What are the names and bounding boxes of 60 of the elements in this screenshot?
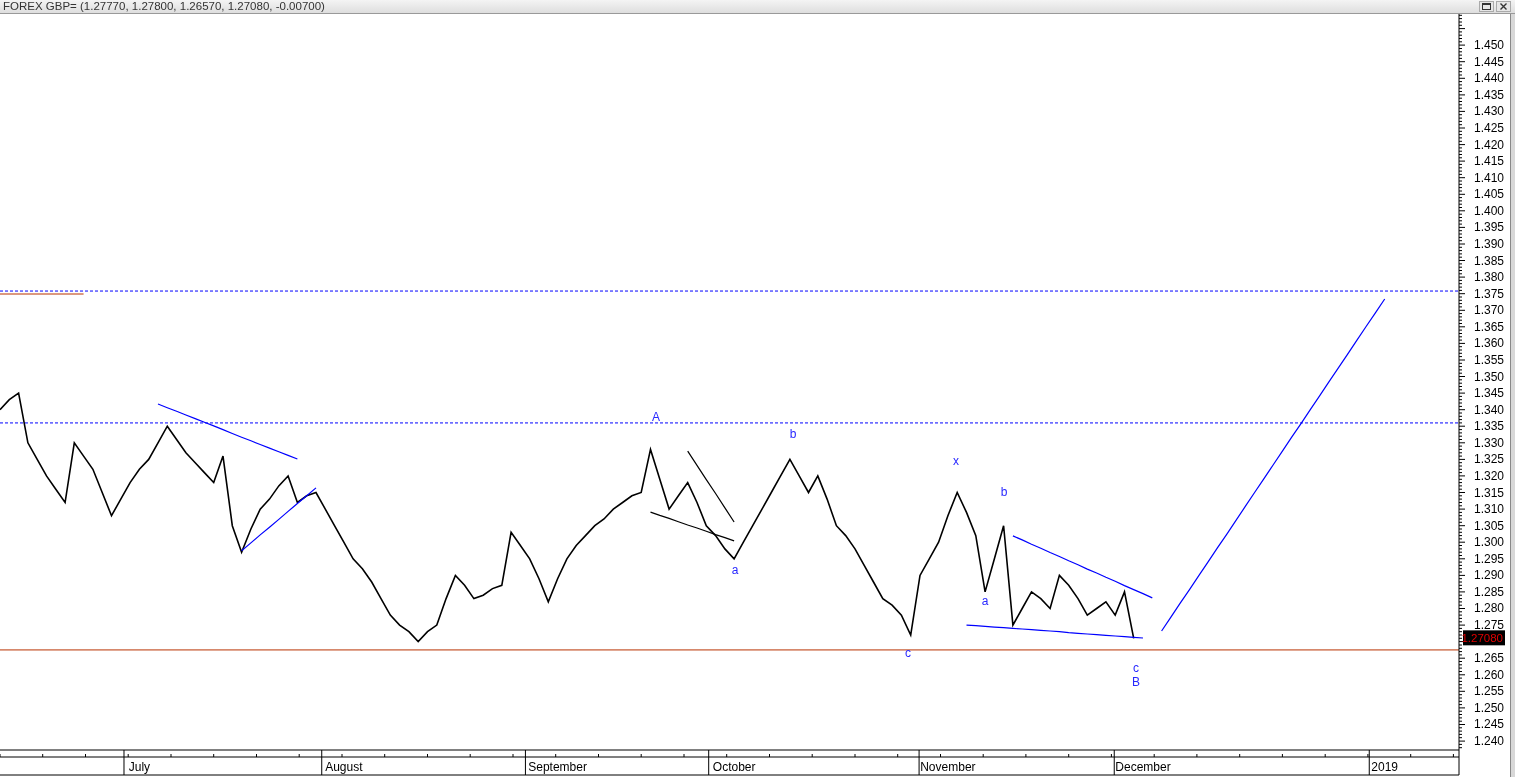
x-tick-label: 2019 xyxy=(1371,760,1398,774)
y-tick-label: 1.300 xyxy=(1473,535,1504,550)
y-tick-label: 1.285 xyxy=(1473,584,1504,599)
y-tick-label: 1.425 xyxy=(1473,121,1504,135)
y-tick-label: 1.320 xyxy=(1473,468,1504,483)
y-tick-label: 1.325 xyxy=(1473,452,1504,467)
y-tick-label: 1.295 xyxy=(1473,551,1504,566)
y-tick-label: 1.365 xyxy=(1473,319,1504,334)
y-tick-label: 1.415 xyxy=(1473,154,1504,169)
y-tick-label: 1.410 xyxy=(1473,170,1504,185)
y-tick-label: 1.245 xyxy=(1473,717,1504,732)
y-tick-label: 1.355 xyxy=(1473,352,1504,367)
wave-label: A xyxy=(652,410,660,424)
x-tick-label: September xyxy=(528,760,587,774)
y-tick-label: 1.420 xyxy=(1473,137,1504,152)
y-tick-label: 1.390 xyxy=(1473,237,1504,251)
y-tick-label: 1.370 xyxy=(1473,303,1504,318)
y-tick-label: 1.350 xyxy=(1473,369,1504,384)
last-price-tag: 1.27080 xyxy=(1461,630,1505,646)
y-tick-label: 1.375 xyxy=(1473,286,1504,301)
y-tick-label: 1.385 xyxy=(1473,253,1504,268)
x-tick-label: December xyxy=(1115,760,1171,774)
y-tick-label: 1.240 xyxy=(1473,734,1504,749)
y-tick-label: 1.405 xyxy=(1473,187,1504,202)
y-tick-label: 1.275 xyxy=(1473,618,1504,633)
y-tick-label: 1.360 xyxy=(1473,336,1504,351)
y-tick-label: 1.345 xyxy=(1473,386,1504,401)
y-tick-label: 1.335 xyxy=(1473,419,1504,434)
y-tick-label: 1.430 xyxy=(1473,104,1504,119)
wave-label: x xyxy=(953,454,959,468)
y-tick-label: 1.290 xyxy=(1473,568,1504,583)
y-tick-label: 1.255 xyxy=(1473,684,1504,699)
x-tick-label: October xyxy=(712,760,756,774)
x-tick-label: August xyxy=(325,760,363,774)
wave-label: c xyxy=(905,646,911,660)
y-tick-label: 1.315 xyxy=(1473,485,1504,500)
wave-label: a xyxy=(981,594,989,608)
y-tick-label: 1.260 xyxy=(1473,667,1504,682)
y-tick-label: 1.340 xyxy=(1473,402,1504,417)
y-tick-label: 1.280 xyxy=(1473,601,1504,616)
y-tick-label: 1.250 xyxy=(1473,700,1504,715)
wave-label: a xyxy=(731,563,739,577)
wave-label: B xyxy=(1132,675,1140,689)
wave-label: b xyxy=(1000,485,1008,499)
wave-label: b xyxy=(789,427,797,441)
y-tick-label: 1.395 xyxy=(1473,220,1504,235)
y-tick-label: 1.310 xyxy=(1473,502,1504,517)
y-tick-label: 1.450 xyxy=(1473,38,1504,53)
y-tick-label: 1.440 xyxy=(1473,71,1504,86)
y-tick-label: 1.445 xyxy=(1473,54,1504,69)
y-tick-label: 1.380 xyxy=(1473,270,1504,285)
window-title: FOREX GBP= (1.27770, 1.27800, 1.26570, 1.27080, -0.00700) xyxy=(2,0,325,13)
y-tick-label: 1.400 xyxy=(1473,203,1504,218)
y-tick-label: 1.305 xyxy=(1473,518,1504,533)
y-tick-label: 1.330 xyxy=(1473,435,1504,450)
y-tick-label: 1.435 xyxy=(1473,87,1504,102)
x-tick-label: July xyxy=(128,760,151,774)
y-tick-label: 1.265 xyxy=(1473,651,1504,666)
x-tick-label: November xyxy=(920,760,976,774)
wave-label: c xyxy=(1133,661,1139,675)
